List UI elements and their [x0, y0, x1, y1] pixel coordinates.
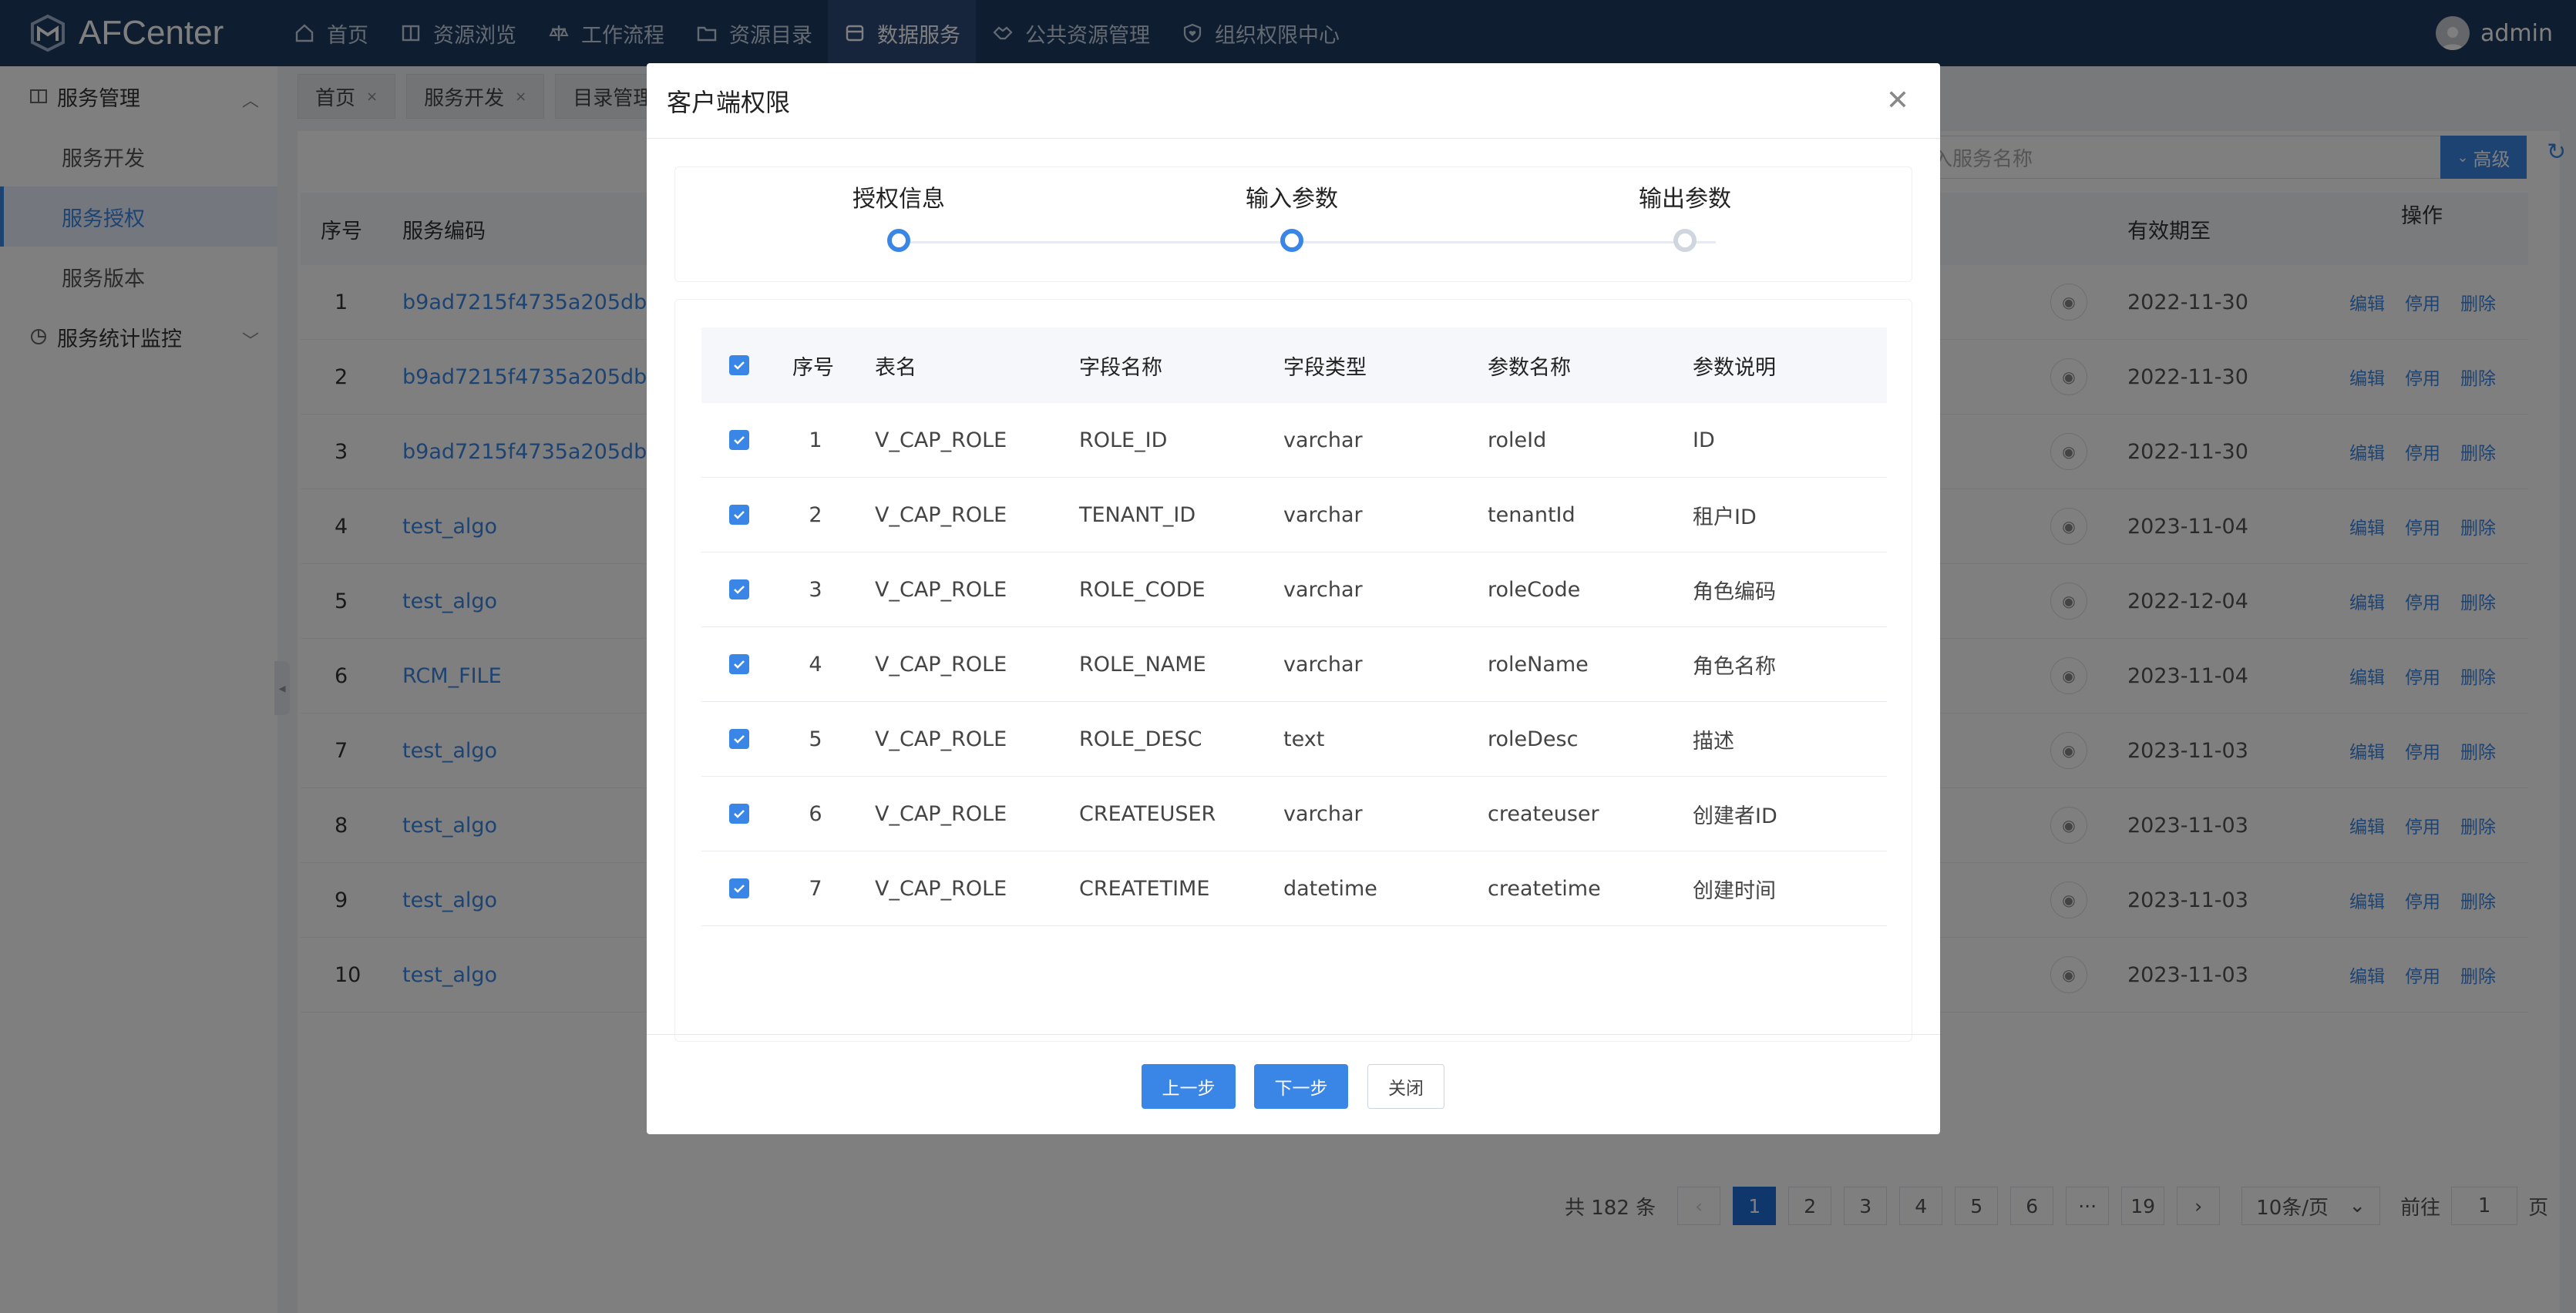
column-header: 表名 [875, 355, 916, 380]
table-row: 4 V_CAP_ROLE ROLE_NAME varchar roleName 角色名称 [701, 627, 1887, 702]
next-step-button[interactable]: 下一步 [1254, 1064, 1348, 1109]
check-icon [734, 586, 745, 594]
button-label: 下一步 [1274, 1079, 1328, 1099]
client-permission-dialog: 客户端权限 ✕ 授权信息 输入参数 输出参数 序号 表名 字段名称 字段类型 参… [647, 63, 1940, 1134]
table-row: 2 V_CAP_ROLE TENANT_ID varchar tenantId 租户ID [701, 478, 1887, 552]
cell-param: createtime [1488, 876, 1601, 901]
cell-desc: 角色名称 [1693, 654, 1776, 679]
cell-type: varchar [1283, 502, 1363, 527]
cell-table: V_CAP_ROLE [875, 727, 1007, 751]
cell-desc: 描述 [1693, 729, 1734, 754]
cell-field: CREATETIME [1079, 876, 1210, 901]
row-checkbox[interactable] [729, 654, 749, 674]
cell-type: varchar [1283, 428, 1363, 452]
check-icon [734, 885, 745, 893]
column-header: 参数名称 [1488, 355, 1571, 380]
cell-type: datetime [1283, 876, 1377, 901]
cell-param: roleDesc [1488, 727, 1579, 751]
cell-field: ROLE_NAME [1079, 652, 1206, 677]
close-icon[interactable]: ✕ [1886, 85, 1909, 116]
cell-desc: 角色编码 [1693, 579, 1776, 604]
close-button[interactable]: 关闭 [1367, 1064, 1444, 1109]
cell-index: 1 [809, 428, 822, 452]
button-label: 上一步 [1162, 1079, 1216, 1099]
cell-desc: 创建时间 [1693, 878, 1776, 903]
cell-type: varchar [1283, 652, 1363, 677]
dialog-header: 客户端权限 ✕ [647, 63, 1940, 139]
cell-param: tenantId [1488, 502, 1576, 527]
check-icon [734, 810, 745, 818]
button-label: 关闭 [1388, 1079, 1424, 1099]
cell-param: roleId [1488, 428, 1547, 452]
param-table-container: 序号 表名 字段名称 字段类型 参数名称 参数说明 1 V_CAP_ROLE ROL… [674, 299, 1912, 1042]
cell-field: TENANT_ID [1079, 502, 1196, 527]
cell-field: ROLE_CODE [1079, 577, 1206, 602]
cell-type: varchar [1283, 801, 1363, 826]
cell-table: V_CAP_ROLE [875, 652, 1007, 677]
step-connector [899, 241, 1716, 243]
cell-table: V_CAP_ROLE [875, 801, 1007, 826]
cell-field: ROLE_DESC [1079, 727, 1202, 751]
step-dot-current [1280, 229, 1303, 252]
cell-desc: ID [1693, 428, 1715, 452]
cell-table: V_CAP_ROLE [875, 428, 1007, 452]
prev-step-button[interactable]: 上一步 [1142, 1064, 1236, 1109]
param-table: 序号 表名 字段名称 字段类型 参数名称 参数说明 1 V_CAP_ROLE ROL… [701, 327, 1887, 926]
row-checkbox[interactable] [729, 729, 749, 749]
check-icon [734, 436, 745, 445]
cell-desc: 租户ID [1693, 505, 1757, 529]
table-row: 6 V_CAP_ROLE CREATEUSER varchar createuser 创建… [701, 777, 1887, 851]
column-header: 参数说明 [1693, 355, 1776, 380]
column-header: 字段名称 [1079, 355, 1162, 380]
select-all-checkbox[interactable] [729, 355, 749, 375]
table-body: 1 V_CAP_ROLE ROLE_ID varchar roleId ID 2 V_CAP_… [701, 403, 1887, 926]
row-checkbox[interactable] [729, 505, 749, 525]
step-dot-pending [1673, 229, 1697, 252]
cell-param: roleName [1488, 652, 1589, 677]
check-icon [734, 735, 745, 744]
step-label: 授权信息 [853, 186, 945, 213]
step-label: 输出参数 [1639, 186, 1731, 213]
dialog-footer: 上一步 下一步 关闭 [647, 1034, 1940, 1134]
cell-index: 7 [809, 876, 822, 901]
step-dot-done [887, 229, 910, 252]
cell-index: 6 [809, 801, 822, 826]
cell-type: text [1283, 727, 1325, 751]
dialog-title: 客户端权限 [667, 87, 791, 117]
table-row: 3 V_CAP_ROLE ROLE_CODE varchar roleCode 角色编码 [701, 552, 1887, 627]
check-icon [734, 361, 745, 370]
cell-field: ROLE_ID [1079, 428, 1168, 452]
row-checkbox[interactable] [729, 878, 749, 898]
cell-param: roleCode [1488, 577, 1581, 602]
cell-index: 3 [809, 577, 822, 602]
table-header: 序号 表名 字段名称 字段类型 参数名称 参数说明 [701, 327, 1887, 403]
check-icon [734, 511, 745, 519]
cell-desc: 创建者ID [1693, 804, 1777, 828]
row-checkbox[interactable] [729, 579, 749, 599]
cell-table: V_CAP_ROLE [875, 876, 1007, 901]
cell-type: varchar [1283, 577, 1363, 602]
row-checkbox[interactable] [729, 804, 749, 824]
cell-table: V_CAP_ROLE [875, 577, 1007, 602]
check-icon [734, 660, 745, 669]
cell-field: CREATEUSER [1079, 801, 1216, 826]
table-row: 5 V_CAP_ROLE ROLE_DESC text roleDesc 描述 [701, 702, 1887, 777]
column-header: 字段类型 [1283, 355, 1367, 380]
step-label: 输入参数 [1246, 186, 1338, 213]
cell-index: 5 [809, 727, 822, 751]
steps: 授权信息 输入参数 输出参数 [674, 166, 1912, 282]
cell-param: createuser [1488, 801, 1599, 826]
table-row: 7 V_CAP_ROLE CREATETIME datetime createtime 创… [701, 851, 1887, 926]
column-header: 序号 [792, 355, 834, 380]
cell-table: V_CAP_ROLE [875, 502, 1007, 527]
cell-index: 4 [809, 652, 822, 677]
row-checkbox[interactable] [729, 430, 749, 450]
cell-index: 2 [809, 502, 822, 527]
table-row: 1 V_CAP_ROLE ROLE_ID varchar roleId ID [701, 403, 1887, 478]
